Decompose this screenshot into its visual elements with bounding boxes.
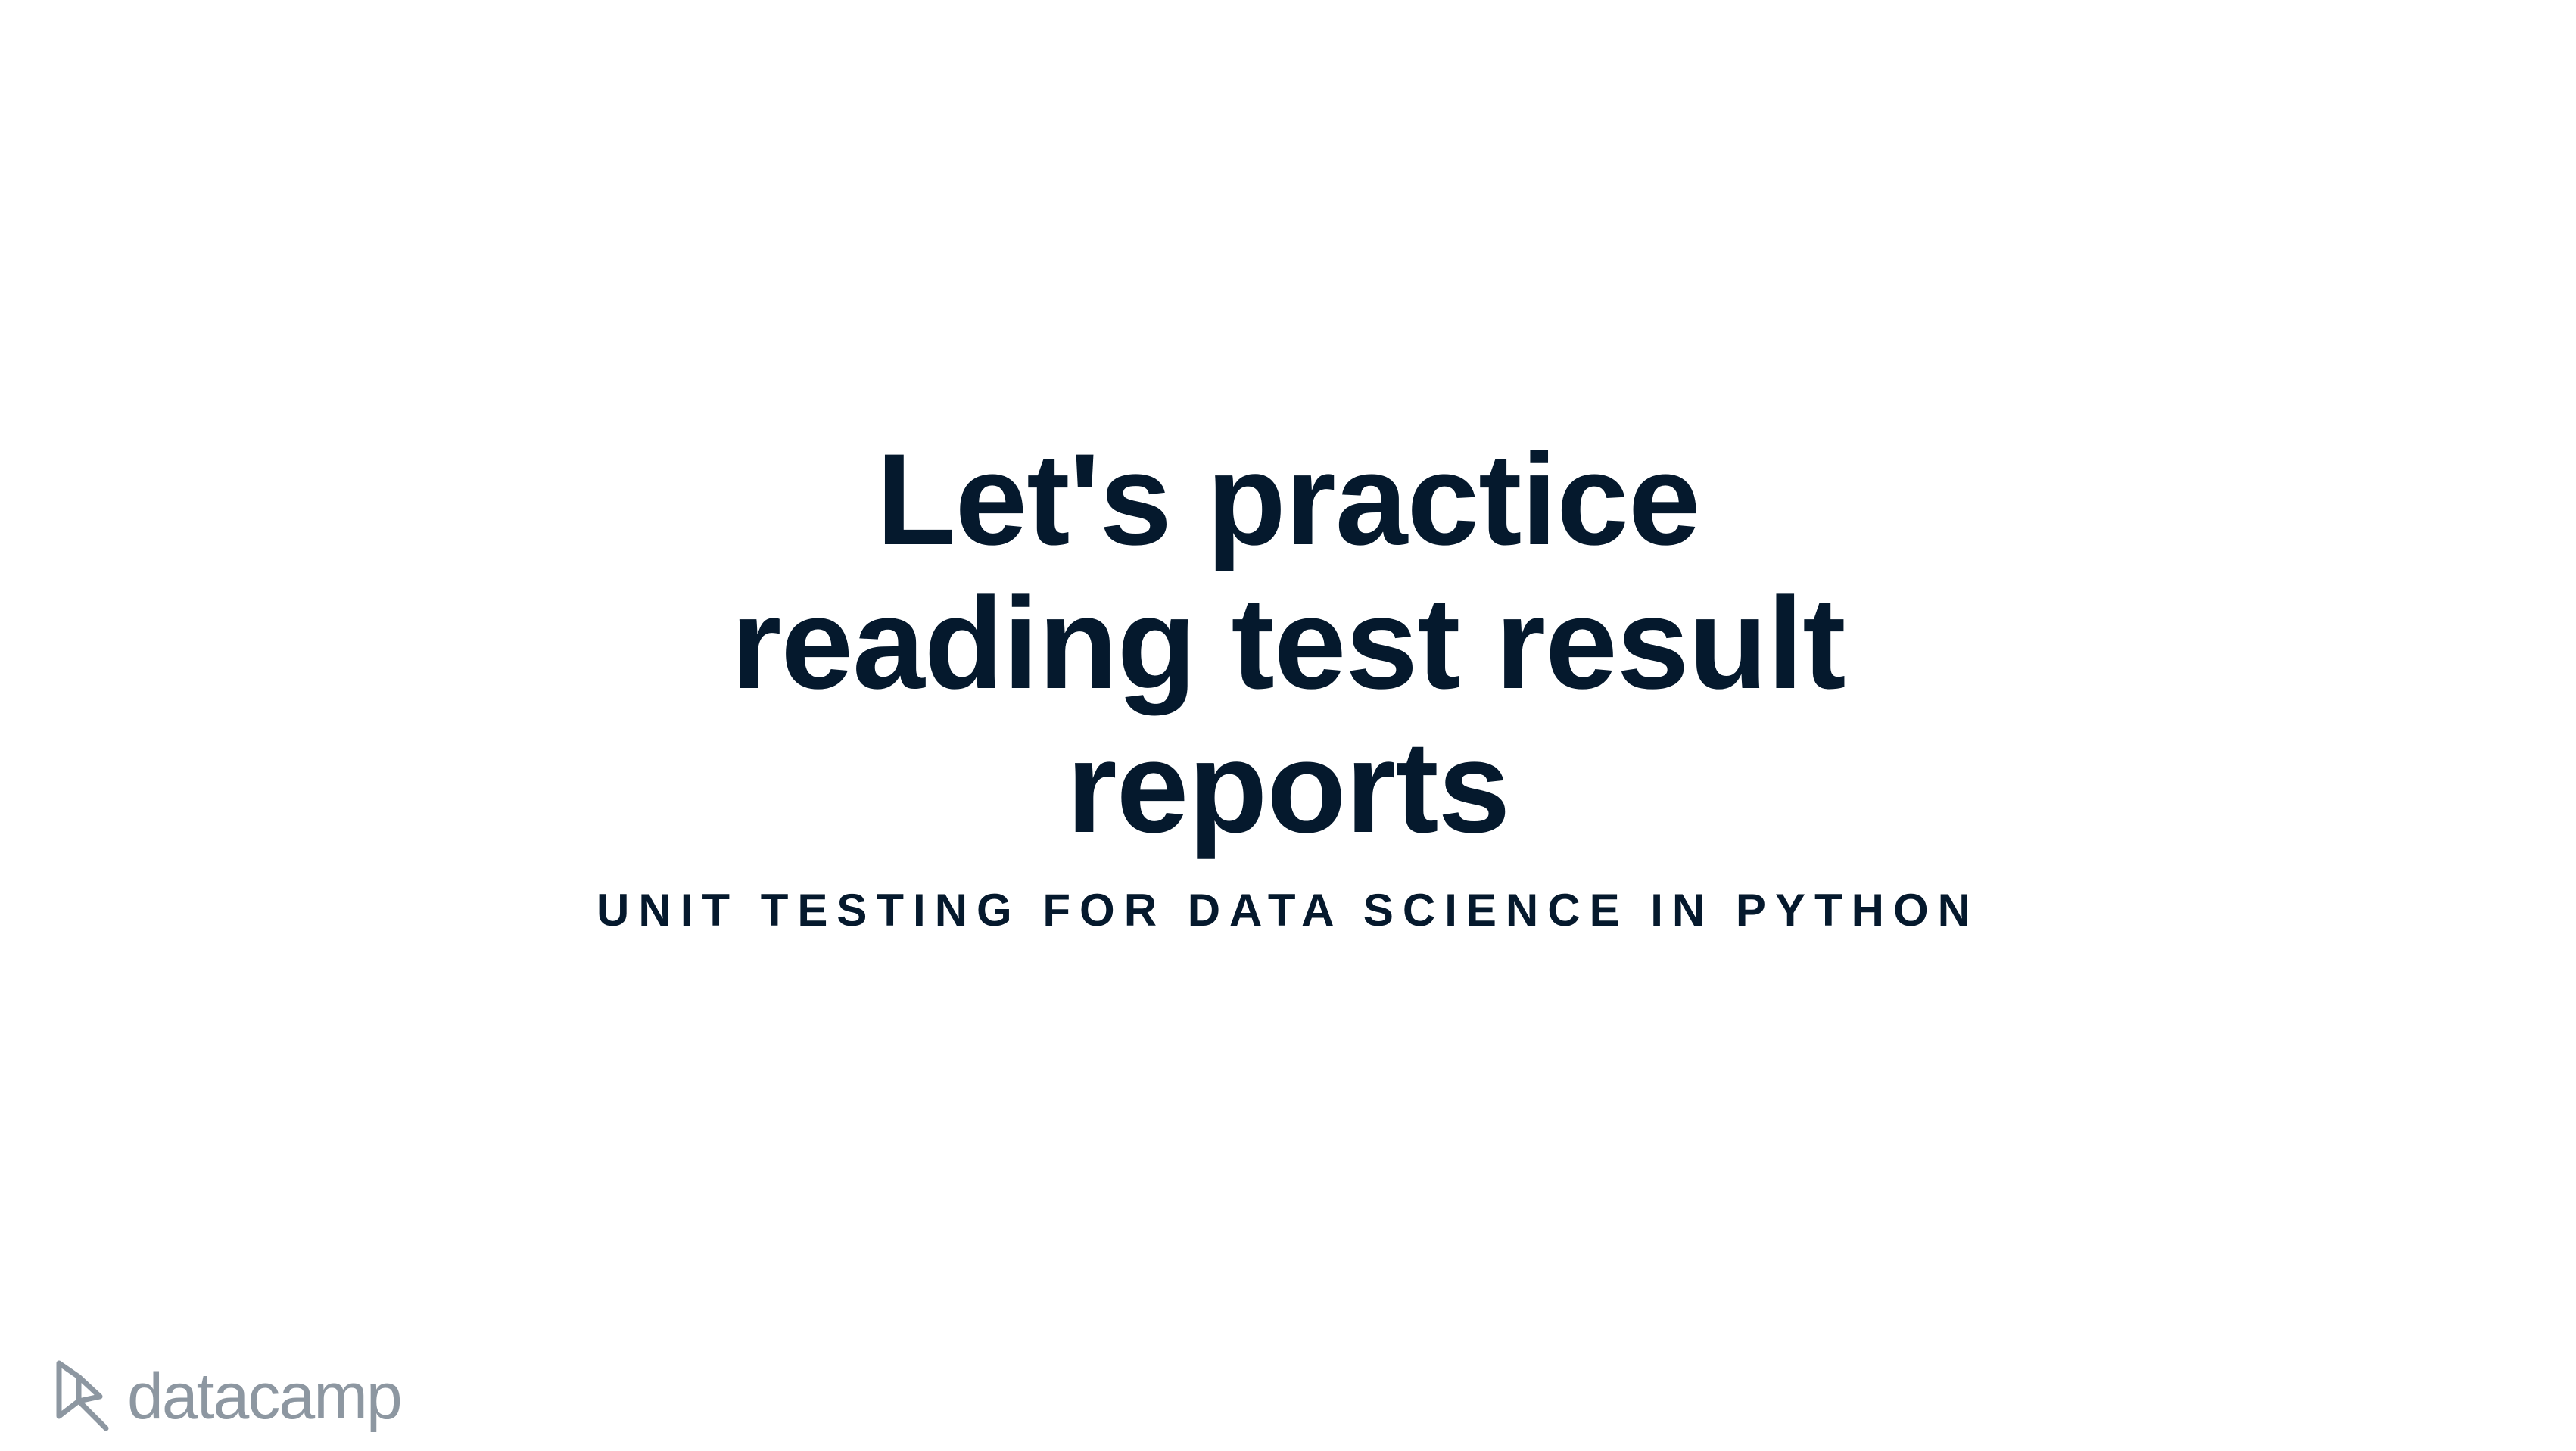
slide-title: Let's practice reading test result repor…: [0, 428, 2576, 859]
datacamp-logo: datacamp: [53, 1355, 403, 1438]
title-line-2: reading test result: [730, 571, 1846, 716]
datacamp-wordmark: datacamp: [127, 1360, 403, 1433]
title-line-3: reports: [1066, 715, 1511, 860]
slide: Let's practice reading test result repor…: [0, 0, 2576, 1451]
title-line-1: Let's practice: [876, 427, 1700, 572]
course-subtitle: UNIT TESTING FOR DATA SCIENCE IN PYTHON: [596, 885, 1980, 936]
datacamp-logo-icon: [56, 1360, 109, 1431]
